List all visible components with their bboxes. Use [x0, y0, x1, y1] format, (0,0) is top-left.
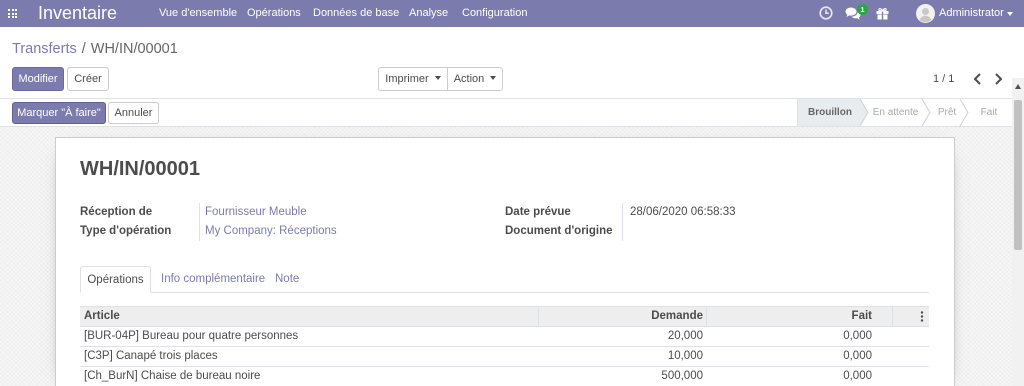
field-row-partner: Réception de Fournisseur Meuble [80, 203, 337, 222]
cell-done: 0,000 [843, 330, 872, 342]
action-dropdown-button[interactable]: Action [447, 67, 503, 91]
field-group-right: Date prévue 28/06/2020 06:58:33 Document… [505, 203, 736, 241]
cell-empty [892, 367, 929, 384]
table-row[interactable]: [Ch_BurN] Chaise de bureau noire 500,000… [80, 367, 929, 384]
action-label: Action [453, 73, 485, 85]
tab-note[interactable]: Note [275, 266, 299, 293]
breadcrumb-current-record: WH/IN/00001 [90, 41, 178, 57]
field-row-operation-type: Type d'opération My Company: Réceptions [80, 222, 337, 241]
cancel-button[interactable]: Annuler [108, 102, 159, 124]
stage-draft: Brouillon [808, 107, 852, 118]
field-label-partner: Réception de [80, 203, 200, 222]
column-header-demand[interactable]: Demande [538, 307, 706, 326]
cell-empty [892, 347, 929, 366]
cell-empty [892, 327, 929, 346]
cell-demand: 10,000 [667, 350, 703, 362]
pager-value[interactable]: 1 / 1 [933, 72, 954, 86]
scroll-up-arrow-icon[interactable] [1015, 84, 1021, 89]
menu-item-configuration[interactable]: Configuration [462, 0, 527, 26]
field-label-operation-type: Type d'opération [80, 222, 200, 241]
caret-down-icon[interactable] [1007, 12, 1013, 16]
cell-demand: 20,000 [667, 330, 703, 342]
avatar-icon[interactable] [916, 4, 935, 23]
optional-columns-kebab-icon[interactable] [892, 307, 929, 326]
menu-item-overview[interactable]: Vue d'ensemble [159, 0, 237, 26]
field-group-left: Réception de Fournisseur Meuble Type d'o… [80, 203, 337, 241]
breadcrumb-transfers-link[interactable]: Transferts [12, 40, 77, 58]
app-name[interactable]: Inventaire [38, 3, 117, 23]
stage-waiting: En attente [872, 107, 919, 118]
cell-article: [BUR-04P] Bureau pour quatre personnes [84, 330, 299, 342]
cell-done: 0,000 [843, 370, 872, 382]
chevron-right-icon[interactable] [994, 73, 1003, 85]
print-label: Imprimer [385, 73, 429, 85]
message-count-badge: 1 [857, 4, 868, 15]
form-sheet: WH/IN/00001 Réception de Fournisseur Meu… [55, 137, 955, 386]
user-menu-name[interactable]: Administrator [939, 0, 1004, 26]
stage-ready: Prêt [937, 107, 957, 118]
table-row[interactable]: [C3P] Canapé trois places 10,000 0,000 [80, 347, 929, 367]
field-label-scheduled-date: Date prévue [505, 203, 623, 222]
scrollbar-thumb[interactable] [1014, 100, 1022, 250]
menu-item-master-data[interactable]: Données de base [313, 0, 399, 26]
field-value-partner[interactable]: Fournisseur Meuble [200, 203, 307, 222]
chevron-left-icon[interactable] [973, 73, 982, 85]
gift-icon[interactable] [876, 7, 889, 20]
menu-item-operations[interactable]: Opérations [247, 0, 301, 26]
table-row[interactable]: [BUR-04P] Bureau pour quatre personnes 2… [80, 327, 929, 347]
field-value-scheduled-date: 28/06/2020 06:58:33 [630, 206, 736, 218]
stage-done: Fait [980, 107, 998, 118]
clock-icon[interactable] [819, 6, 833, 20]
tab-operations[interactable]: Opérations [80, 266, 151, 293]
field-row-scheduled-date: Date prévue 28/06/2020 06:58:33 [505, 203, 736, 222]
breadcrumb: Transferts / WH/IN/00001 [12, 40, 178, 58]
top-navbar: Inventaire Vue d'ensemble Opérations Don… [0, 0, 1024, 27]
field-value-operation-type[interactable]: My Company: Réceptions [200, 222, 337, 241]
table-header-row: Article Demande Fait [80, 306, 929, 327]
cell-article: [Ch_BurN] Chaise de bureau noire [84, 370, 261, 382]
cell-done: 0,000 [843, 350, 872, 362]
print-dropdown-button[interactable]: Imprimer [378, 67, 448, 91]
apps-grid-icon[interactable] [8, 9, 17, 18]
field-label-source-document: Document d'origine [505, 222, 623, 241]
column-header-done[interactable]: Fait [706, 307, 892, 326]
cell-article: [C3P] Canapé trois places [84, 350, 218, 362]
cell-demand: 500,000 [661, 370, 703, 382]
caret-down-icon [490, 76, 497, 81]
caret-down-icon [434, 76, 441, 81]
field-value-source-document [623, 222, 630, 241]
record-title: WH/IN/00001 [80, 158, 201, 180]
column-header-article[interactable]: Article [80, 307, 538, 326]
create-button[interactable]: Créer [67, 67, 109, 91]
field-row-source-document: Document d'origine [505, 222, 736, 241]
tab-additional-info[interactable]: Info complémentaire [161, 266, 265, 293]
breadcrumb-separator: / [81, 41, 86, 57]
edit-button[interactable]: Modifier [12, 67, 64, 91]
menu-item-reporting[interactable]: Analyse [409, 0, 448, 26]
operations-table: Article Demande Fait [BUR-04P] Bureau po… [80, 306, 929, 384]
mark-as-todo-button[interactable]: Marquer "À faire" [12, 102, 106, 124]
